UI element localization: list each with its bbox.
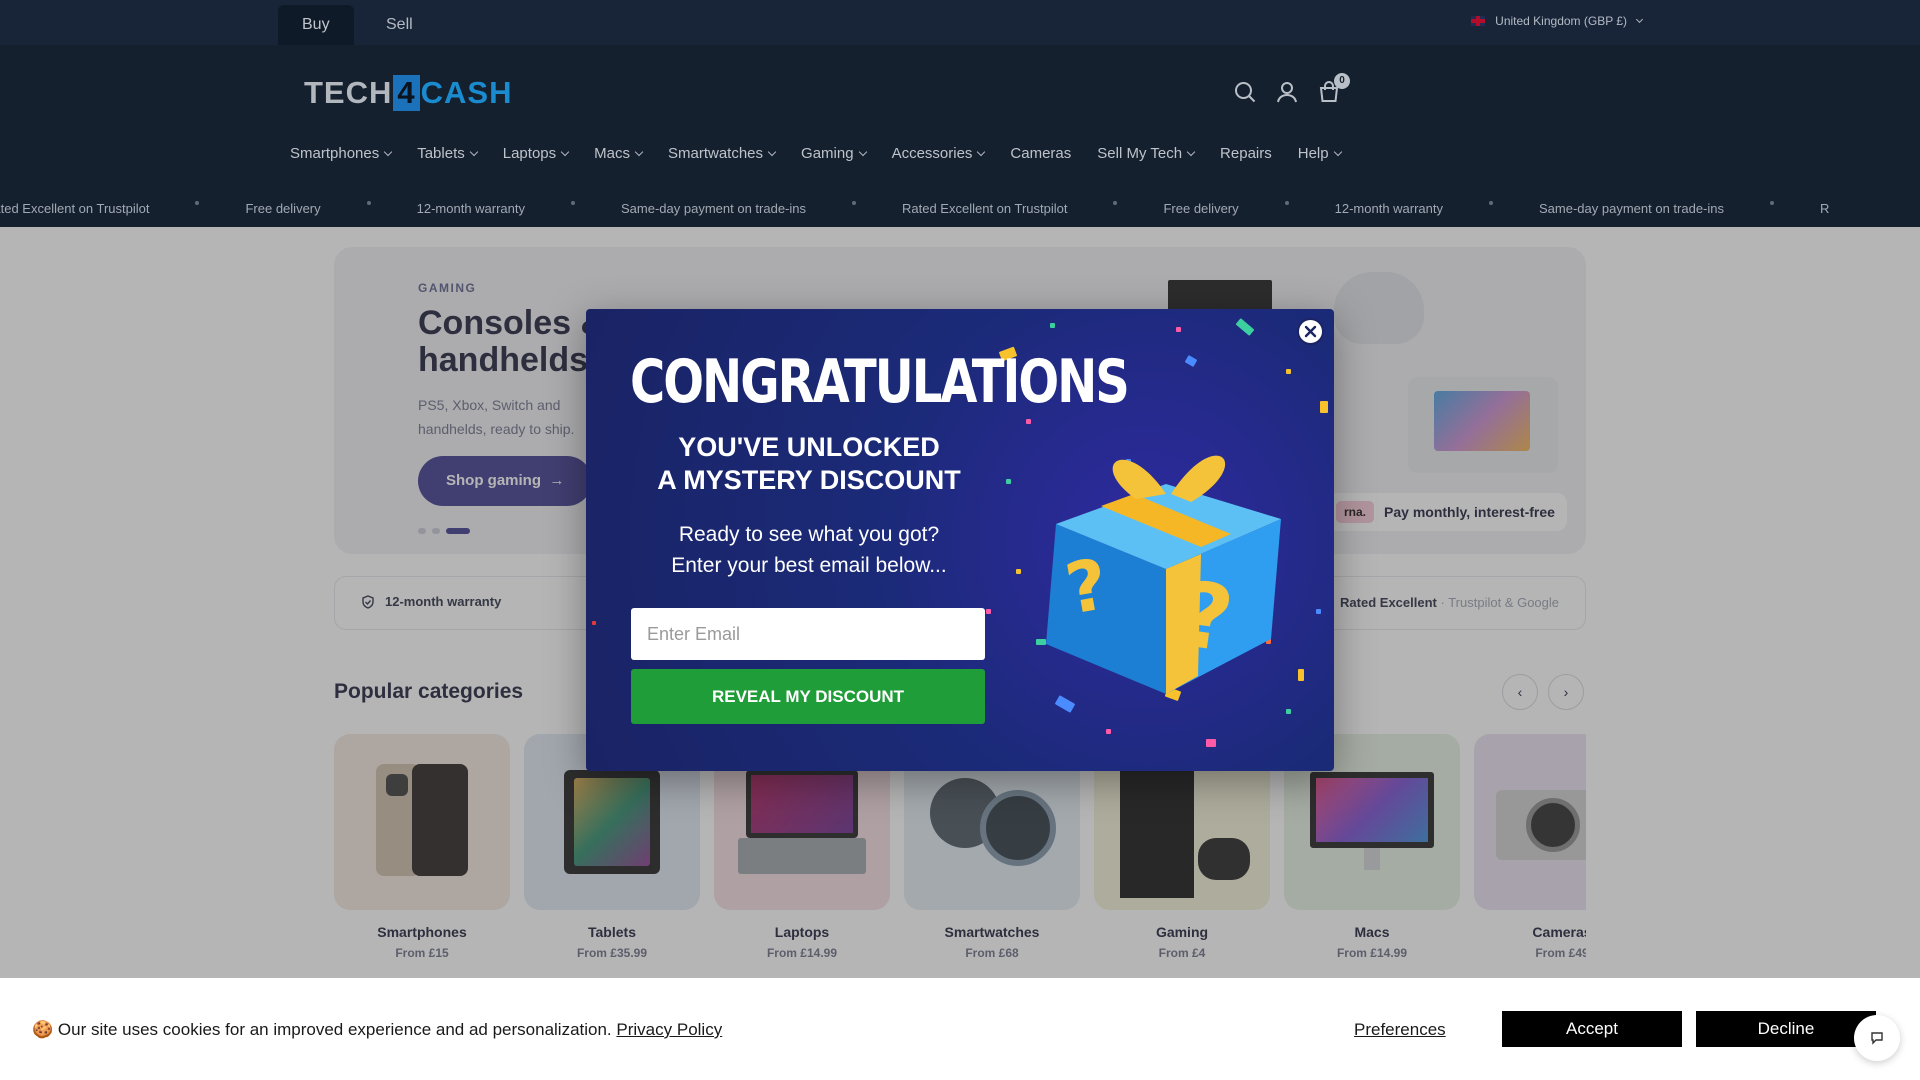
preferences-link[interactable]: Preferences bbox=[1354, 1020, 1446, 1040]
accept-button[interactable]: Accept bbox=[1502, 1011, 1682, 1047]
popup-text: Ready to see what you got? Enter your be… bbox=[630, 519, 988, 581]
popup-subtitle: YOU'VE UNLOCKED A MYSTERY DISCOUNT bbox=[630, 431, 988, 497]
close-popup-button[interactable] bbox=[1297, 318, 1324, 345]
popup-title: CONGRATULATIONS bbox=[630, 347, 1130, 417]
popup-text-line2: Enter your best email below... bbox=[671, 554, 947, 577]
decline-button[interactable]: Decline bbox=[1696, 1011, 1876, 1047]
chat-icon bbox=[1871, 1032, 1883, 1045]
cookie-message: 🍪 Our site uses cookies for an improved … bbox=[32, 1020, 722, 1040]
gift-box-image: ? ? bbox=[1046, 455, 1281, 694]
cookie-text: Our site uses cookies for an improved ex… bbox=[57, 1020, 612, 1039]
popup-subtitle-line2: A MYSTERY DISCOUNT bbox=[657, 465, 961, 495]
cookie-banner: 🍪 Our site uses cookies for an improved … bbox=[0, 978, 1920, 1080]
email-field[interactable] bbox=[631, 608, 985, 660]
discount-popup: ? ? CONGRATULATIONS YOU'VE UNLOCKED A MY… bbox=[586, 309, 1334, 771]
popup-text-line1: Ready to see what you got? bbox=[678, 523, 940, 546]
close-icon bbox=[1304, 325, 1317, 338]
modal-backdrop-header bbox=[0, 0, 1920, 227]
reveal-discount-button[interactable]: REVEAL MY DISCOUNT bbox=[631, 669, 985, 724]
popup-subtitle-line1: YOU'VE UNLOCKED bbox=[678, 432, 940, 462]
cookie-emoji-icon: 🍪 bbox=[32, 1020, 54, 1039]
privacy-policy-link[interactable]: Privacy Policy bbox=[616, 1020, 722, 1039]
chat-widget-button[interactable] bbox=[1854, 1015, 1900, 1061]
